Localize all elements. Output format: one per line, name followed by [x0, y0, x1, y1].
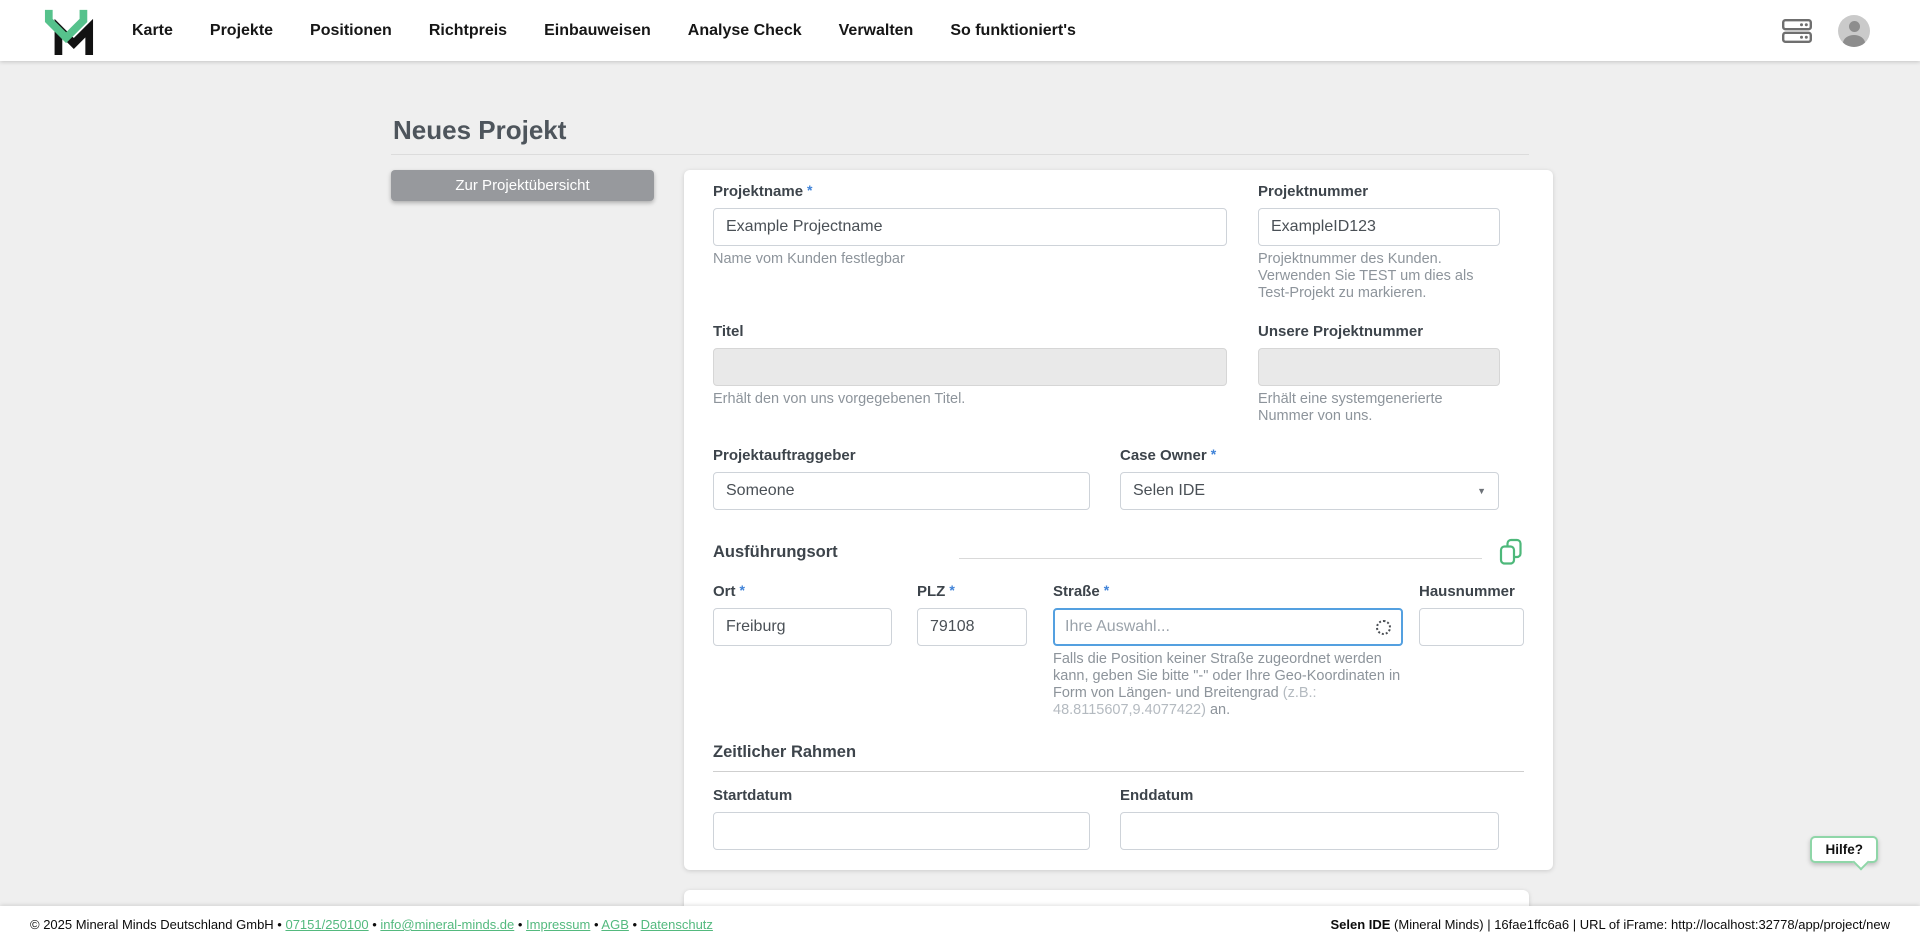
nav-item-analyse-check[interactable]: Analyse Check	[688, 22, 802, 40]
nav-item-einbauweisen[interactable]: Einbauweisen	[544, 22, 651, 40]
unsere-projektnummer-helper: Erhält eine systemgenerierte Nummer von …	[1258, 391, 1500, 425]
projektnummer-input[interactable]	[1258, 208, 1500, 246]
projektname-input[interactable]	[713, 208, 1227, 246]
footer-left: © 2025 Mineral Minds Deutschland GmbH • …	[30, 917, 713, 932]
footer-links: • 07151/250100 • info@mineral-minds.de •…	[274, 917, 713, 932]
top-navbar: Karte Projekte Positionen Richtpreis Einbauw…	[0, 0, 1920, 61]
titel-field: Titel Erhält den von uns vorgegebenen Ti…	[713, 323, 1227, 425]
nav-item-so-funktioniert-s[interactable]: So funktioniert's	[950, 22, 1076, 40]
avatar-head	[1849, 21, 1860, 32]
case-owner-select[interactable]: Selen IDE ▼	[1120, 472, 1499, 510]
startdatum-input[interactable]	[713, 812, 1090, 850]
strasse-label: Straße	[1053, 583, 1100, 600]
required-marker: *	[949, 582, 954, 598]
nav-item-projekte[interactable]: Projekte	[210, 22, 273, 40]
section-divider	[959, 558, 1482, 559]
projektauftraggeber-input[interactable]	[713, 472, 1090, 510]
ort-field: Ort*	[713, 583, 892, 719]
projektnummer-helper: Projektnummer des Kunden. Verwenden Sie …	[1258, 251, 1500, 302]
hausnummer-field: Hausnummer	[1419, 583, 1524, 719]
footer-link-impressum[interactable]: Impressum	[526, 917, 590, 932]
enddatum-input[interactable]	[1120, 812, 1499, 850]
footer-link-07151-250100[interactable]: 07151/250100	[285, 917, 368, 932]
section-ausfuehrungsort: Ausführungsort	[713, 538, 1524, 566]
chevron-down-icon: ▼	[1477, 486, 1486, 496]
required-marker: *	[807, 182, 812, 198]
help-button[interactable]: Hilfe?	[1810, 836, 1878, 863]
footer-link-agb[interactable]: AGB	[601, 917, 628, 932]
plz-input[interactable]	[917, 608, 1027, 646]
nav-item-richtpreis[interactable]: Richtpreis	[429, 22, 507, 40]
footer-separator: •	[514, 917, 526, 932]
hausnummer-input[interactable]	[1419, 608, 1524, 646]
ort-input[interactable]	[713, 608, 892, 646]
titel-label: Titel	[713, 323, 744, 340]
page-title: Neues Projekt	[393, 115, 1529, 146]
strasse-helper-main: Falls die Position keiner Straße zugeord…	[1053, 651, 1400, 701]
avatar-icon[interactable]	[1838, 15, 1870, 47]
projektauftraggeber-field: Projektauftraggeber	[713, 447, 1090, 510]
plz-field: PLZ*	[917, 583, 1027, 719]
footer-copyright: © 2025 Mineral Minds Deutschland GmbH	[30, 917, 274, 932]
footer-separator: •	[629, 917, 641, 932]
plz-label: PLZ	[917, 583, 945, 600]
copy-icon[interactable]	[1498, 538, 1524, 566]
projektname-label: Projektname	[713, 183, 803, 200]
startdatum-label: Startdatum	[713, 787, 792, 804]
case-owner-field: Case Owner* Selen IDE ▼	[1120, 447, 1499, 510]
main-content: Neues Projekt Zur Projektübersicht Proje…	[0, 61, 1920, 943]
footer-separator: •	[274, 917, 286, 932]
required-marker: *	[740, 582, 745, 598]
section-zeitlicher-rahmen: Zeitlicher Rahmen	[713, 743, 1524, 772]
footer: © 2025 Mineral Minds Deutschland GmbH • …	[0, 906, 1920, 943]
zeitlicher-rahmen-heading: Zeitlicher Rahmen	[713, 743, 1524, 762]
titel-input	[713, 348, 1227, 386]
nav-icons	[1782, 15, 1870, 47]
footer-link-info-mineral-minds-de[interactable]: info@mineral-minds.de	[380, 917, 514, 932]
unsere-projektnummer-field: Unsere Projektnummer Erhält eine systemg…	[1258, 323, 1500, 425]
unsere-projektnummer-input	[1258, 348, 1500, 386]
required-marker: *	[1104, 582, 1109, 598]
unsere-projektnummer-label: Unsere Projektnummer	[1258, 323, 1423, 340]
enddatum-field: Enddatum	[1120, 787, 1499, 850]
nav-item-verwalten[interactable]: Verwalten	[839, 22, 914, 40]
enddatum-label: Enddatum	[1120, 787, 1193, 804]
strasse-input-wrapper	[1053, 608, 1403, 646]
new-project-form-card: Projektname* Name vom Kunden festlegbar …	[684, 170, 1553, 870]
projektnummer-field: Projektnummer Projektnummer des Kunden. …	[1258, 183, 1500, 302]
strasse-input[interactable]	[1065, 618, 1376, 636]
avatar-torso	[1843, 35, 1865, 47]
case-owner-value: Selen IDE	[1133, 482, 1205, 500]
title-divider	[391, 154, 1529, 155]
titel-helper: Erhält den von uns vorgegebenen Titel.	[713, 391, 1227, 408]
nav-menu: Karte Projekte Positionen Richtpreis Einbauw…	[132, 22, 1782, 40]
footer-session-info: Selen IDE (Mineral Minds) | 16fae1ffc6a6…	[1330, 917, 1890, 932]
hausnummer-label: Hausnummer	[1419, 583, 1515, 600]
projektname-helper: Name vom Kunden festlegbar	[713, 251, 1227, 268]
projektname-field: Projektname* Name vom Kunden festlegbar	[713, 183, 1227, 302]
strasse-helper-suffix: an.	[1206, 702, 1230, 718]
projektauftraggeber-label: Projektauftraggeber	[713, 447, 856, 464]
required-marker: *	[1211, 446, 1216, 462]
strasse-helper: Falls die Position keiner Straße zugeord…	[1053, 651, 1403, 719]
nav-item-karte[interactable]: Karte	[132, 22, 173, 40]
case-owner-label: Case Owner	[1120, 447, 1207, 464]
footer-link-datenschutz[interactable]: Datenschutz	[641, 917, 713, 932]
footer-separator: •	[590, 917, 601, 932]
footer-separator: •	[369, 917, 381, 932]
left-column: Zur Projektübersicht	[391, 170, 654, 201]
projektnummer-label: Projektnummer	[1258, 183, 1368, 200]
nav-item-positionen[interactable]: Positionen	[310, 22, 392, 40]
footer-session-user: Selen IDE	[1330, 917, 1390, 932]
loading-spinner-icon	[1376, 620, 1391, 635]
back-to-project-overview-button[interactable]: Zur Projektübersicht	[391, 170, 654, 201]
startdatum-field: Startdatum	[713, 787, 1090, 850]
ausfuehrungsort-heading: Ausführungsort	[713, 543, 959, 562]
mineral-minds-logo-icon[interactable]	[44, 5, 94, 57]
strasse-field: Straße* Falls die Position keiner Straße…	[1053, 583, 1403, 719]
ort-label: Ort	[713, 583, 736, 600]
footer-session-details: (Mineral Minds) | 16fae1ffc6a6 | URL of …	[1390, 917, 1890, 932]
server-icon[interactable]	[1782, 19, 1812, 43]
